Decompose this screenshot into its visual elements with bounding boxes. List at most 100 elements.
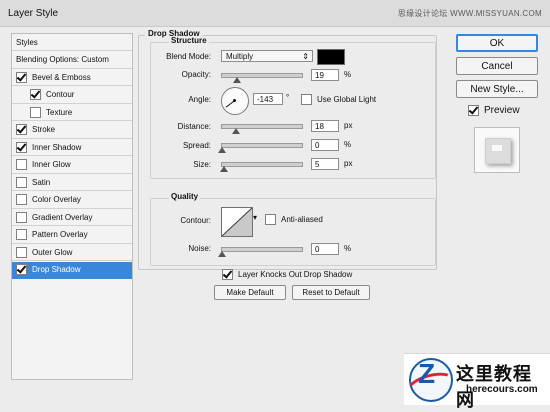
watermark-text: 思缘设计论坛 WWW.MISSYUAN.COM <box>397 9 542 18</box>
knockout-checkbox[interactable] <box>222 269 233 280</box>
noise-input[interactable]: 0 <box>311 243 339 255</box>
drop-shadow-group: Drop Shadow Structure Blend Mode: Multip… <box>138 29 437 270</box>
spread-input[interactable]: 0 <box>311 139 339 151</box>
style-item-bevel-emboss[interactable]: Bevel & Emboss <box>12 69 132 86</box>
noise-value: 0 <box>315 244 320 254</box>
style-item-pattern-overlay[interactable]: Pattern Overlay <box>12 227 132 244</box>
style-item-checkbox[interactable] <box>30 106 41 118</box>
opacity-slider-thumb[interactable] <box>233 77 242 83</box>
use-global-light-label: Use Global Light <box>317 95 377 104</box>
quality-group: Quality Contour: ▾ Anti-aliased Noise: 0… <box>150 192 436 266</box>
size-value: 5 <box>315 159 320 169</box>
cancel-button[interactable]: Cancel <box>456 57 538 75</box>
style-item-checkbox[interactable] <box>30 89 41 100</box>
style-item-checkbox[interactable] <box>16 124 27 135</box>
style-item-checkbox[interactable] <box>16 246 27 258</box>
preview-control[interactable]: Preview <box>468 105 520 116</box>
angle-dial[interactable] <box>221 87 249 115</box>
style-item-blending-options-custom[interactable]: Blending Options: Custom <box>12 52 132 69</box>
style-item-checkbox[interactable] <box>16 71 27 83</box>
noise-label: Noise: <box>188 244 211 253</box>
contour-label: Contour: <box>180 216 211 225</box>
style-item-label: Pattern Overlay <box>32 230 88 239</box>
structure-group: Structure Blend Mode: Multiply ⇕ Opacity… <box>150 36 436 179</box>
anti-aliased-control[interactable]: Anti-aliased <box>265 214 323 225</box>
style-item-checkbox[interactable] <box>16 211 27 223</box>
anti-aliased-label: Anti-aliased <box>281 215 323 224</box>
style-item-checkbox[interactable] <box>16 264 27 275</box>
preview-highlight <box>492 145 502 151</box>
angle-input[interactable]: -143 <box>253 93 283 105</box>
style-item-label: Outer Glow <box>32 247 73 257</box>
distance-slider-thumb[interactable] <box>232 128 241 134</box>
distance-input[interactable]: 18 <box>311 120 339 132</box>
spread-unit: % <box>344 140 352 149</box>
contour-picker[interactable] <box>221 207 253 237</box>
style-preview-thumbnail <box>474 127 520 173</box>
styles-list-panel: Styles Blending Options: Custom Bevel & Em… <box>11 33 133 380</box>
anti-aliased-checkbox[interactable] <box>265 214 276 225</box>
size-slider[interactable] <box>220 162 303 172</box>
logo-z-letter: Z <box>418 358 436 389</box>
style-item-gradient-overlay[interactable]: Gradient Overlay <box>12 209 132 226</box>
style-item-label: Contour <box>46 90 75 99</box>
style-item-outer-glow[interactable]: Outer Glow <box>12 244 132 261</box>
use-global-light-control[interactable]: Use Global Light <box>301 94 376 105</box>
preview-label: Preview <box>484 105 520 116</box>
distance-slider[interactable] <box>221 124 303 134</box>
style-item-label: Stroke <box>32 125 56 134</box>
layer-style-dialog: Styles Blending Options: Custom Bevel & Em… <box>0 27 550 410</box>
style-item-label: Drop Shadow <box>32 265 81 274</box>
angle-label: Angle: <box>188 95 211 104</box>
herecours-logo: Z 这里教程网 herecours.com <box>403 353 550 410</box>
noise-slider[interactable] <box>218 247 303 257</box>
use-global-light-checkbox[interactable] <box>301 94 312 105</box>
opacity-slider[interactable] <box>221 73 303 83</box>
spread-value: 0 <box>315 140 320 150</box>
blend-mode-select[interactable]: Multiply ⇕ <box>221 50 313 62</box>
style-item-texture[interactable]: Texture <box>12 104 132 121</box>
reset-to-default-button[interactable]: Reset to Default <box>292 285 370 300</box>
style-item-inner-glow[interactable]: Inner Glow <box>12 157 132 174</box>
style-item-drop-shadow[interactable]: Drop Shadow <box>12 261 132 279</box>
spread-slider[interactable] <box>218 143 303 153</box>
spread-slider-thumb[interactable] <box>218 147 226 153</box>
knockout-control[interactable]: Layer Knocks Out Drop Shadow <box>222 269 352 280</box>
style-item-contour[interactable]: Contour <box>12 87 132 104</box>
style-item-stroke[interactable]: Stroke <box>12 122 132 139</box>
opacity-value: 19 <box>315 70 324 80</box>
distance-value: 18 <box>315 121 324 131</box>
opacity-input[interactable]: 19 <box>311 69 339 81</box>
new-style-button[interactable]: New Style... <box>456 80 538 98</box>
style-item-checkbox[interactable] <box>16 194 27 205</box>
style-item-color-overlay[interactable]: Color Overlay <box>12 192 132 209</box>
size-input[interactable]: 5 <box>311 158 339 170</box>
size-unit: px <box>344 159 353 168</box>
opacity-label: Opacity: <box>181 70 211 79</box>
quality-title: Quality <box>169 192 201 201</box>
window-title: Layer Style <box>8 8 59 19</box>
chevron-updown-icon: ⇕ <box>302 52 309 61</box>
contour-dropdown-arrow-icon[interactable]: ▾ <box>253 213 257 222</box>
angle-unit: ° <box>286 93 290 102</box>
noise-unit: % <box>344 244 352 253</box>
size-slider-thumb[interactable] <box>220 166 229 172</box>
style-item-checkbox[interactable] <box>16 176 27 188</box>
style-item-label: Bevel & Emboss <box>32 72 91 82</box>
shadow-color-swatch[interactable] <box>317 49 345 65</box>
angle-center-dot <box>233 99 236 102</box>
style-item-label: Blending Options: Custom <box>16 55 109 64</box>
style-item-styles[interactable]: Styles <box>12 34 132 51</box>
style-item-satin[interactable]: Satin <box>12 174 132 191</box>
noise-slider-thumb[interactable] <box>218 251 226 257</box>
make-default-button[interactable]: Make Default <box>214 285 286 300</box>
preview-checkbox[interactable] <box>468 105 479 116</box>
style-item-checkbox[interactable] <box>16 159 27 170</box>
style-item-checkbox[interactable] <box>16 141 27 153</box>
style-item-inner-shadow[interactable]: Inner Shadow <box>12 139 132 156</box>
ok-button[interactable]: OK <box>456 34 538 52</box>
style-item-label: Inner Glow <box>32 160 71 169</box>
blend-mode-value: Multiply <box>226 51 254 61</box>
style-item-checkbox[interactable] <box>16 229 27 240</box>
linear-contour-icon <box>222 208 252 236</box>
